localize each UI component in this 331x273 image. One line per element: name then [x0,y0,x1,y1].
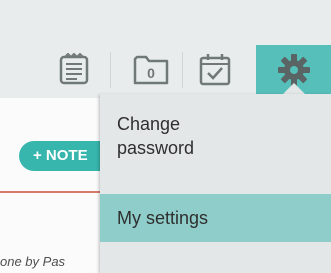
menu-item-my-settings[interactable]: My settings [100,194,331,242]
menu-item-label-line2: password [117,138,195,158]
notes-button[interactable] [52,47,95,91]
folder-icon: 0 [133,55,168,85]
menu-item-label-line1: Change [117,114,181,134]
menu-item-change-password[interactable]: Change password [100,112,331,186]
app-window: 0 + NOTE one by Pas Change password My s… [0,0,331,273]
toolbar-divider [110,52,111,88]
folder-button[interactable]: 0 [129,47,172,91]
section-underline [0,191,110,193]
folder-count: 0 [147,65,155,81]
calendar-button[interactable] [193,47,236,91]
footer-credit: one by Pas [0,254,66,269]
calendar-check-icon [199,54,230,86]
notes-icon [59,53,88,85]
settings-dropdown-menu: Change password My settings [100,94,331,273]
toolbar-divider [182,52,183,88]
menu-item-next [100,249,331,273]
gear-icon [277,54,310,86]
